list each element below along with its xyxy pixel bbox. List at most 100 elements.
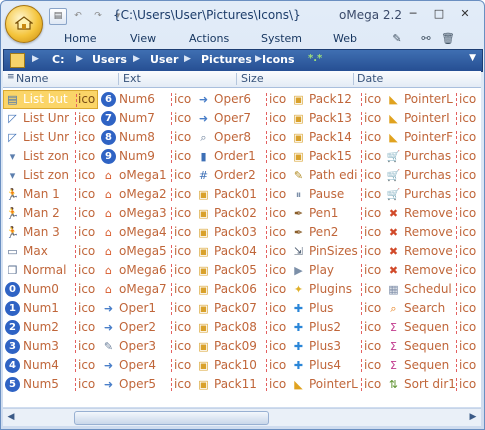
minimize-button[interactable]: ─ [400,5,426,23]
crumb-drive[interactable]: C: [52,53,64,66]
file-item[interactable]: ⌕ Search ico [384,299,479,318]
file-item[interactable]: # Order2 ico [194,166,289,185]
file-item[interactable]: ▣ Pack15 ico [289,147,384,166]
file-item[interactable]: ◸ List Unr ico [3,128,98,147]
file-item[interactable]: ⌂ oMega1 ico [99,166,194,185]
app-logo-icon[interactable] [5,5,43,43]
file-item[interactable]: ▮ Order1 ico [194,147,289,166]
file-item[interactable]: ➜ Oper1 ico [99,299,194,318]
crumb-icons[interactable]: Icons [262,53,295,66]
file-item[interactable]: ◣ PointerL ico [384,90,479,109]
file-item[interactable]: Σ Sequen ico [384,318,479,337]
file-item[interactable]: 🛒 Purchas ico [384,166,479,185]
scroll-thumb[interactable] [74,411,269,425]
file-item[interactable]: ⇅ Sort dir1 ico [384,375,479,394]
col-ext[interactable]: Ext [123,72,141,85]
address-dropdown-icon[interactable]: ▼ [469,53,476,63]
file-item[interactable]: ◸ List Unr ico [3,109,98,128]
file-item[interactable]: ▣ Pack08 ico [194,318,289,337]
menu-home[interactable]: Home [64,32,96,45]
file-item[interactable]: ▣ Pack12 ico [289,90,384,109]
crumb-pictures[interactable]: Pictures [201,53,252,66]
crumb-users[interactable]: Users [92,53,127,66]
file-item[interactable]: ▾ List zon ico [3,166,98,185]
folder-edit-icon[interactable] [10,53,25,68]
file-item[interactable]: 5 Num5 ico [3,375,98,394]
file-item[interactable]: 3 Num3 ico [3,337,98,356]
col-divider[interactable] [118,73,119,85]
file-item[interactable]: 🏃 Man 2 ico [3,204,98,223]
file-item[interactable]: ✚ Plus ico [289,299,384,318]
file-item[interactable]: ✖ Remove ico [384,204,479,223]
file-list[interactable]: ▤ List but ico ◸ List Unr ico ◸ List Unr ico ▾ Lis… [3,88,481,407]
filter-mask[interactable]: *.* [308,53,322,64]
redo-button[interactable]: ↷ [89,8,107,25]
file-item[interactable]: 🏃 Man 3 ico [3,223,98,242]
undo-button[interactable]: ↶ [69,8,87,25]
file-item[interactable]: ⌂ oMega4 ico [99,223,194,242]
col-date[interactable]: Date [357,72,383,85]
file-item[interactable]: ◣ PointerL ico [289,375,384,394]
col-name[interactable]: Name [16,72,48,85]
file-item[interactable]: ▣ Pack06 ico [194,280,289,299]
file-item[interactable]: ✚ Plus2 ico [289,318,384,337]
file-item[interactable]: ⌂ oMega5 ico [99,242,194,261]
file-item[interactable]: ▣ Pack11 ico [194,375,289,394]
menu-web[interactable]: Web [333,32,357,45]
file-item[interactable]: ▣ Pack07 ico [194,299,289,318]
qat-menu-button[interactable]: ▤ [49,8,67,25]
file-item[interactable]: ❐ Normal ico [3,261,98,280]
scroll-left-icon[interactable]: ◀ [3,409,19,425]
file-item[interactable]: ▣ Pack09 ico [194,337,289,356]
file-item[interactable]: ▣ Pack03 ico [194,223,289,242]
file-item[interactable]: ▭ Max ico [3,242,98,261]
file-item[interactable]: Σ Sequen ico [384,356,479,375]
file-item[interactable]: ⌂ oMega6 ico [99,261,194,280]
file-item[interactable]: ✚ Plus4 ico [289,356,384,375]
file-item[interactable]: 🏃 Man 1 ico [3,185,98,204]
file-item[interactable]: ✚ Plus3 ico [289,337,384,356]
menu-system[interactable]: System [261,32,302,45]
file-item[interactable]: ▣ Pack14 ico [289,128,384,147]
file-item[interactable]: ⏸ Pause ico [289,185,384,204]
col-divider[interactable] [353,73,354,85]
file-item[interactable]: ▣ Pack02 ico [194,204,289,223]
file-item[interactable]: 2 Num2 ico [3,318,98,337]
trash-icon[interactable]: 🗑 [441,32,455,45]
new-note-icon[interactable]: ✎ [390,32,404,45]
file-item[interactable]: ✒ Pen1 ico [289,204,384,223]
file-item[interactable]: ▦ Schedul ico [384,280,479,299]
file-item[interactable]: ⌂ oMega7 ico [99,280,194,299]
file-item[interactable]: ◣ PointerI ico [384,109,479,128]
file-item[interactable]: 🛒 Purchas ico [384,147,479,166]
file-item[interactable]: ✎ Oper3 ico [99,337,194,356]
file-item[interactable]: ✦ Plugins ico [289,280,384,299]
file-item[interactable]: ▣ Pack04 ico [194,242,289,261]
address-bar[interactable]: ▶ C: ▶ Users ▶ User ▶ Pictures ▶ Icons *… [3,49,483,72]
close-button[interactable]: ✕ [452,5,478,23]
file-item[interactable]: ⌂ oMega2 ico [99,185,194,204]
file-item[interactable]: Σ Sequen ico [384,337,479,356]
file-item[interactable]: ⌕ Oper8 ico [194,128,289,147]
file-item[interactable]: 1 Num1 ico [3,299,98,318]
scroll-right-icon[interactable]: ▶ [465,409,481,425]
file-item[interactable]: ⌂ oMega3 ico [99,204,194,223]
file-item[interactable]: ➜ Oper5 ico [99,375,194,394]
file-item[interactable]: ▤ List but ico [3,90,98,109]
file-item[interactable]: ▾ List zon ico [3,147,98,166]
file-item[interactable]: ◣ PointerF ico [384,128,479,147]
file-item[interactable]: 9 Num9 ico [99,147,194,166]
file-item[interactable]: ▣ Pack05 ico [194,261,289,280]
file-item[interactable]: ➜ Oper2 ico [99,318,194,337]
col-divider[interactable] [236,73,237,85]
file-item[interactable]: ✖ Remove ico [384,261,479,280]
file-item[interactable]: 8 Num8 ico [99,128,194,147]
file-item[interactable]: ✎ Path edi ico [289,166,384,185]
file-item[interactable]: ▣ Pack13 ico [289,109,384,128]
file-item[interactable]: 7 Num7 ico [99,109,194,128]
file-item[interactable]: ➜ Oper4 ico [99,356,194,375]
file-item[interactable]: ➜ Oper6 ico [194,90,289,109]
menu-view[interactable]: View [130,32,156,45]
link-icon[interactable]: ⚯ [419,32,433,45]
crumb-user[interactable]: User [150,53,178,66]
